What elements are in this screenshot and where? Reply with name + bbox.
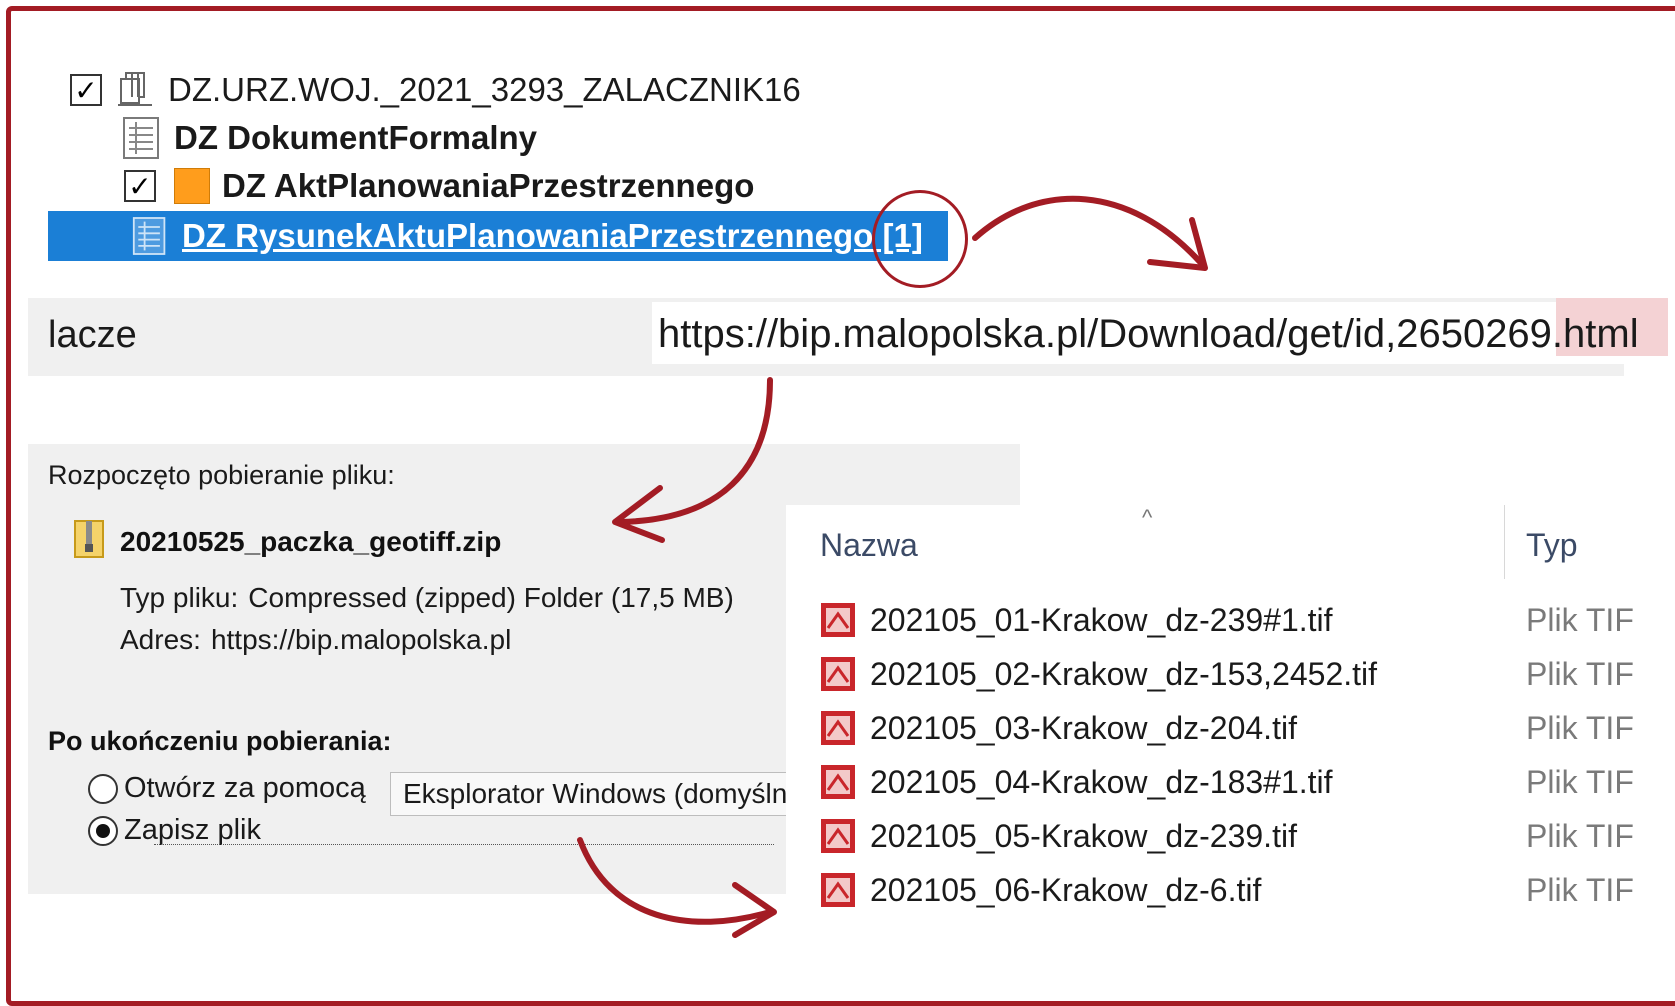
column-divider[interactable] (1504, 505, 1505, 579)
file-type-line: Typ pliku: Compressed (zipped) Folder (17… (120, 582, 734, 614)
tree-item-label: DZ DokumentFormalny (174, 119, 538, 156)
file-type: Plik TIF (1526, 709, 1634, 746)
save-file-label[interactable]: Zapisz plik (124, 814, 261, 847)
file-name: 202105_02-Krakow_dz-153,2452.tif (870, 655, 1378, 692)
package-icon (118, 71, 154, 109)
open-with-dropdown[interactable]: Eksplorator Windows (domyśln (390, 772, 810, 816)
file-name: 202105_05-Krakow_dz-239.tif (870, 817, 1297, 854)
file-name: 202105_04-Krakow_dz-183#1.tif (870, 763, 1333, 800)
file-row[interactable]: 202105_04-Krakow_dz-183#1.tif Plik TIF (820, 757, 1650, 807)
zip-folder-icon (74, 520, 104, 563)
property-label: lacze (48, 314, 137, 356)
open-with-radio[interactable] (88, 773, 118, 804)
orange-square-icon (174, 168, 210, 204)
tif-image-icon (820, 872, 856, 908)
file-row[interactable]: 202105_01-Krakow_dz-239#1.tif Plik TIF (820, 595, 1650, 645)
tree-item-rysunek[interactable]: DZ RysunekAktuPlanowaniaPrzestrzennego [… (132, 212, 923, 260)
address-value: https://bip.malopolska.pl (210, 624, 512, 655)
file-type-key: Typ pliku: (120, 582, 239, 613)
tree-checkbox-package[interactable]: ✓ (70, 74, 102, 107)
file-row[interactable]: 202105_03-Krakow_dz-204.tif Plik TIF (820, 703, 1650, 753)
sort-ascending-icon: ^ (1142, 505, 1153, 530)
focus-outline (154, 844, 774, 845)
tif-image-icon (820, 602, 856, 638)
property-row-lacze: lacze https://bip.malopolska.pl/Download… (28, 298, 1668, 376)
tree-item-dokument-formalny[interactable]: DZ DokumentFormalny (122, 114, 537, 162)
save-file-radio[interactable] (88, 815, 118, 846)
file-type: Plik TIF (1526, 817, 1634, 854)
property-value-url[interactable]: https://bip.malopolska.pl/Download/get/i… (658, 312, 1639, 357)
annotation-circle (872, 190, 968, 288)
file-row[interactable]: 202105_02-Krakow_dz-153,2452.tif Plik TI… (820, 649, 1650, 699)
column-header-type[interactable]: Typ (1526, 527, 1578, 564)
tree-item-package[interactable]: ✓ DZ.URZ.WOJ._2021_3293_ZALACZNIK16 (70, 66, 801, 114)
save-file-option[interactable]: Zapisz plik (88, 814, 261, 847)
file-row[interactable]: 202105_05-Krakow_dz-239.tif Plik TIF (820, 811, 1650, 861)
address-key: Adres: (120, 624, 201, 655)
file-type-value: Compressed (zipped) Folder (17,5 MB) (248, 582, 734, 613)
tree-item-label: DZ RysunekAktuPlanowaniaPrzestrzennego [… (182, 217, 923, 254)
file-name: 202105_06-Krakow_dz-6.tif (870, 871, 1262, 908)
tif-image-icon (820, 710, 856, 746)
open-with-label[interactable]: Otwórz za pomocą (124, 772, 366, 805)
file-list-panel: ^ Nazwa Typ 202105_01-Krakow_dz-239#1.ti… (786, 505, 1675, 982)
tif-image-icon (820, 656, 856, 692)
file-name: 202105_01-Krakow_dz-239#1.tif (870, 601, 1333, 638)
file-type: Plik TIF (1526, 655, 1634, 692)
file-type: Plik TIF (1526, 871, 1634, 908)
address-line: Adres: https://bip.malopolska.pl (120, 624, 511, 656)
document-list-icon (122, 116, 162, 160)
file-type: Plik TIF (1526, 601, 1634, 638)
after-download-title: Po ukończeniu pobierania: (48, 726, 392, 756)
tree-item-akt-planowania[interactable]: ✓ DZ AktPlanowaniaPrzestrzennego (124, 162, 754, 210)
tree-checkbox-akt[interactable]: ✓ (124, 170, 156, 203)
file-row[interactable]: 202105_06-Krakow_dz-6.tif Plik TIF (820, 865, 1650, 915)
open-with-option[interactable]: Otwórz za pomocą (88, 772, 366, 805)
tree-item-label: DZ AktPlanowaniaPrzestrzennego (222, 167, 755, 204)
download-file-row: 20210525_paczka_geotiff.zip (74, 520, 501, 563)
column-header-name[interactable]: Nazwa (820, 527, 918, 564)
file-type: Plik TIF (1526, 763, 1634, 800)
tif-image-icon (820, 764, 856, 800)
download-file-name: 20210525_paczka_geotiff.zip (120, 525, 502, 557)
tree-item-label: DZ.URZ.WOJ._2021_3293_ZALACZNIK16 (168, 71, 801, 108)
tif-image-icon (820, 818, 856, 854)
document-list-icon (132, 216, 168, 256)
file-name: 202105_03-Krakow_dz-204.tif (870, 709, 1297, 746)
download-started-text: Rozpoczęto pobieranie pliku: (48, 460, 395, 490)
